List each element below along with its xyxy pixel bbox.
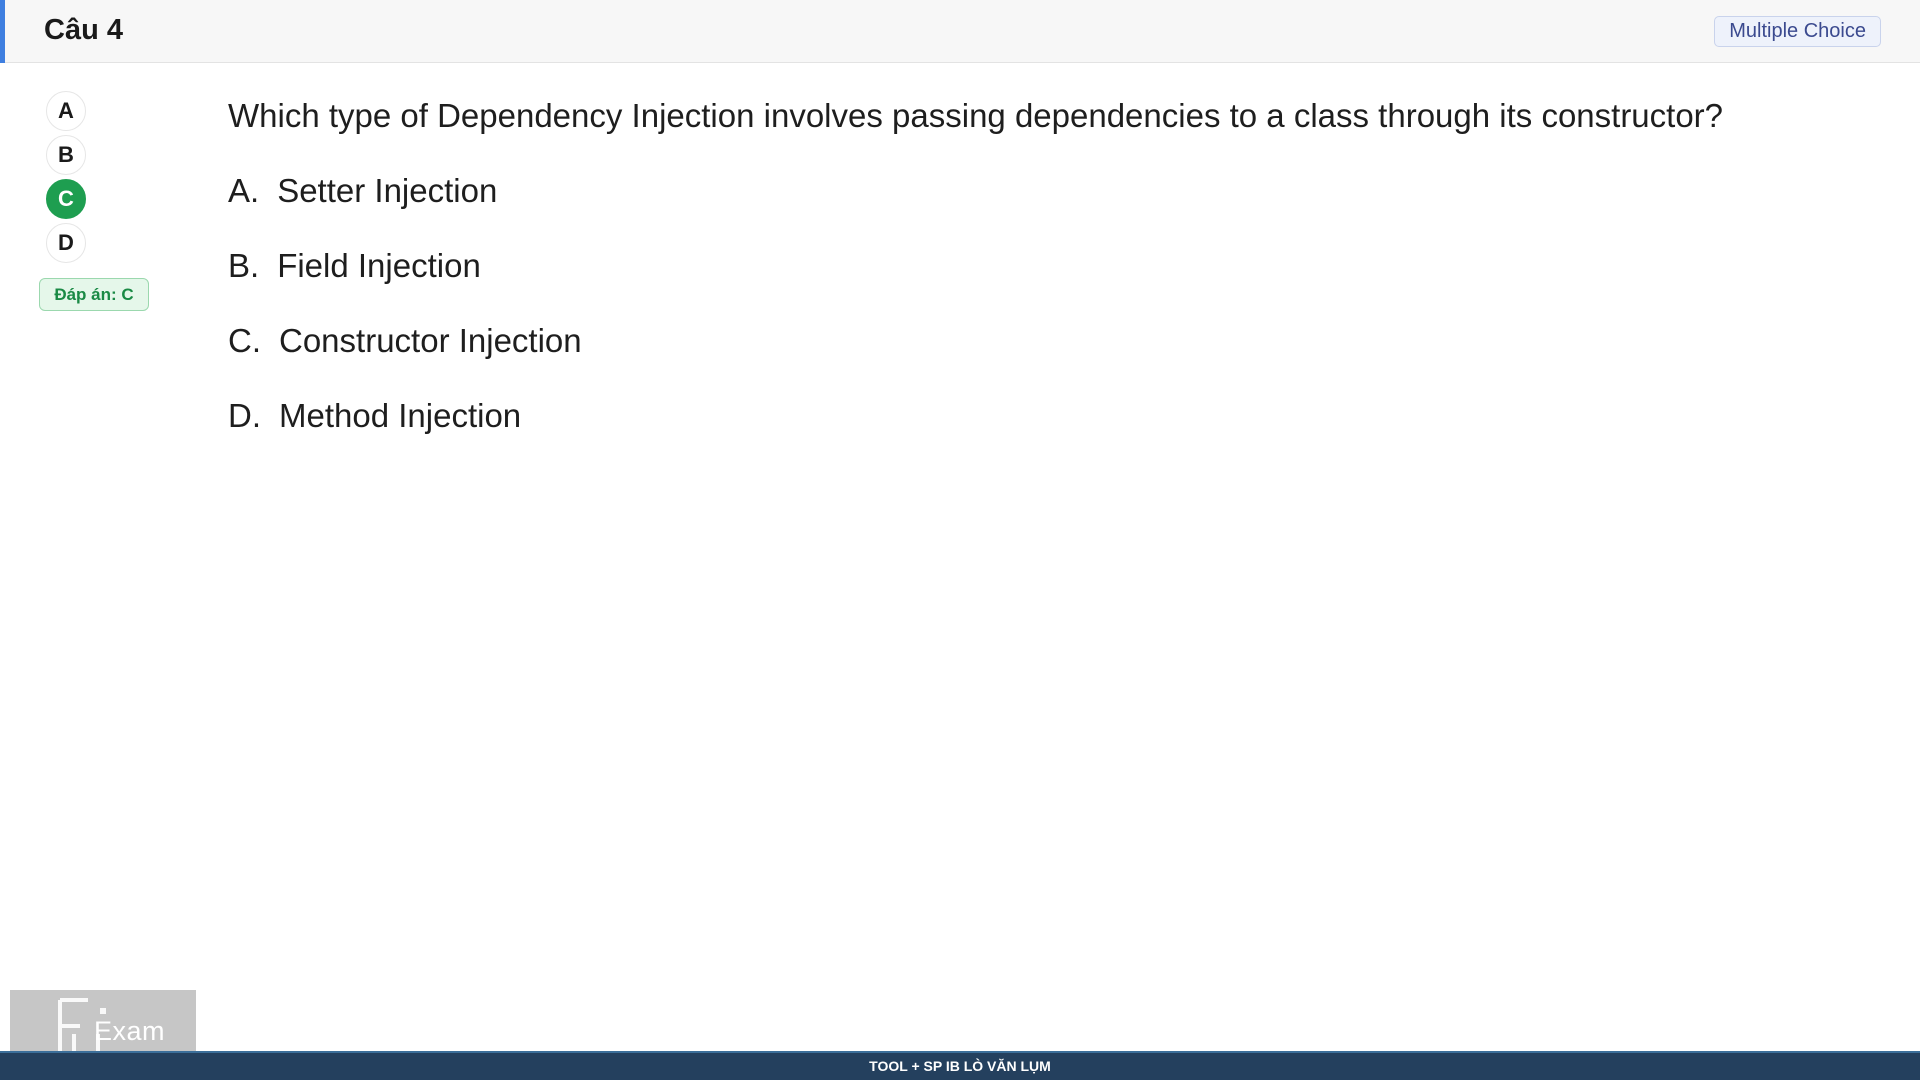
question-type-badge: Multiple Choice xyxy=(1714,16,1881,47)
option-letter: D. xyxy=(228,397,261,434)
option-text: Constructor Injection xyxy=(279,322,582,359)
option-letter: B. xyxy=(228,247,260,284)
option-b: B. Field Injection xyxy=(228,243,481,289)
choice-bubble-a[interactable]: A xyxy=(46,91,86,131)
choice-bubble-d[interactable]: D xyxy=(46,223,86,263)
option-d: D. Method Injection xyxy=(228,393,521,439)
question-text: Which type of Dependency Injection invol… xyxy=(228,97,1724,134)
choice-bubble-c[interactable]: C xyxy=(46,179,86,219)
option-a: A. Setter Injection xyxy=(228,168,497,214)
option-text: Field Injection xyxy=(277,247,481,284)
option-text: Setter Injection xyxy=(277,172,498,209)
answer-badge: Đáp án: C xyxy=(39,278,149,311)
option-letter: C. xyxy=(228,322,261,359)
question-number-title: Câu 4 xyxy=(44,14,123,46)
header-accent-bar xyxy=(0,0,5,63)
option-text: Method Injection xyxy=(279,397,522,434)
question-header: Câu 4 Multiple Choice xyxy=(0,0,1920,63)
watermark-text: Exam xyxy=(94,1016,166,1046)
option-letter: A. xyxy=(228,172,260,209)
footer-bar: TOOL + SP IB LÒ VĂN LỤM xyxy=(0,1051,1920,1080)
option-c: C. Constructor Injection xyxy=(228,318,582,364)
footer-text: TOOL + SP IB LÒ VĂN LỤM xyxy=(869,1058,1051,1074)
choice-bubble-b[interactable]: B xyxy=(46,135,86,175)
